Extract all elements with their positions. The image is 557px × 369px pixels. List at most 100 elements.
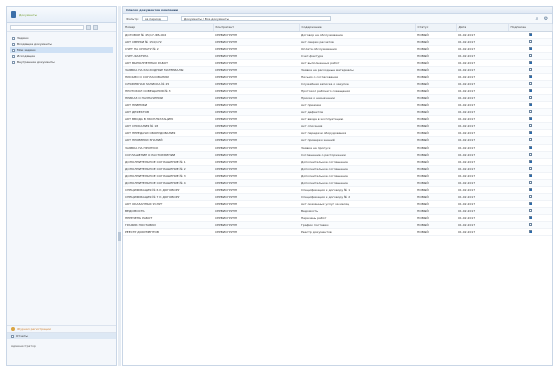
- table-row[interactable]: ЗАЯВКА НА РАСХОДНЫЕ МАТЕРИАЛЫ СЕРВИСГРУПП…: [123, 66, 552, 74]
- tree-filter-input[interactable]: [10, 24, 84, 30]
- table-row[interactable]: ПЕРЕЧЕНЬ РАБОТ СЕРВИСГРУПП Перечень работ Н…: [123, 214, 552, 223]
- cell-content: Акт выполненных работ: [299, 59, 415, 67]
- table-row[interactable]: АКТ ПРИЕМКИ СЕРВИСГРУПП Акт приемки НОВЫЙ 01…: [123, 101, 552, 110]
- cell-number: АКТ ВЫПОЛНЕННЫХ РАБОТ: [123, 59, 213, 67]
- panel-title: Список документов компании: [123, 7, 552, 14]
- table-row[interactable]: РЕЕСТР ДОКУМЕНТОВ СЕРВИСГРУПП Реестр докум…: [123, 228, 552, 237]
- table-row[interactable]: АКТ СПИСАНИЯ № 18 СЕРВИСГРУПП Акт списания…: [123, 122, 552, 131]
- table-row[interactable]: СЧЕТ НА ОПЛАТУ № 2 СЕРВИСГРУПП Оплата обсл…: [123, 45, 552, 53]
- journal-icon: [11, 327, 15, 331]
- column-header[interactable]: Содержание: [299, 24, 416, 32]
- cell-content: Акт сверки расчетов: [299, 38, 415, 46]
- cell-date: 01.02.2017: [456, 108, 508, 117]
- period-select[interactable]: за период: [141, 16, 168, 21]
- signed-checkbox[interactable]: [528, 131, 532, 135]
- signed-checkbox[interactable]: [528, 67, 532, 71]
- signed-checkbox[interactable]: [528, 46, 532, 50]
- cell-signed: [508, 207, 552, 216]
- signed-checkbox[interactable]: [528, 110, 532, 114]
- cell-date: 01.02.2017: [456, 200, 508, 209]
- cell-status: НОВЫЙ: [415, 193, 456, 202]
- cell-party: СЕРВИСГРУПП: [213, 144, 299, 152]
- search-icon[interactable]: ⌕: [534, 16, 540, 22]
- table-row[interactable]: АКТ ВЫПОЛНЕННЫХ РАБОТ СЕРВИСГРУПП Акт выпо…: [123, 59, 552, 67]
- table-row[interactable]: АКТ СВЕРКИ № 154/172 СЕРВИСГРУПП Акт сверк…: [123, 38, 552, 46]
- cell-party: СЕРВИСГРУПП: [213, 101, 299, 110]
- signed-checkbox[interactable]: [528, 194, 532, 198]
- journal-item[interactable]: Журнал регистрации: [7, 325, 116, 332]
- signed-checkbox[interactable]: [528, 53, 532, 57]
- signed-checkbox[interactable]: [528, 202, 532, 206]
- signed-checkbox[interactable]: [528, 152, 532, 156]
- table-row[interactable]: СЧЕТ-ФАКТУРА СЕРВИСГРУПП Счет-фактура НОВЫЙ…: [123, 52, 552, 60]
- signed-checkbox[interactable]: [528, 60, 532, 64]
- table-row[interactable]: ДОПОЛНИТЕЛЬНОЕ СОГЛАШЕНИЕ № 3 СЕРВИСГРУПП…: [123, 172, 552, 180]
- cell-status: НОВЫЙ: [415, 87, 456, 96]
- table-row[interactable]: АКТ ОКАЗАННЫХ УСЛУГ СЕРВИСГРУПП Акт оказан…: [123, 200, 552, 209]
- column-header[interactable]: Подписан: [508, 24, 553, 32]
- signed-checkbox[interactable]: [528, 103, 532, 107]
- cell-content: Дополнительное соглашение: [299, 179, 415, 187]
- cell-date: 01.02.2017: [456, 66, 508, 74]
- table-row[interactable]: ДОПОЛНИТЕЛЬНОЕ СОГЛАШЕНИЕ № 2 СЕРВИСГРУПП…: [123, 165, 552, 173]
- signed-checkbox[interactable]: [528, 209, 532, 213]
- signed-checkbox[interactable]: [528, 180, 532, 184]
- signed-checkbox[interactable]: [528, 173, 532, 177]
- signed-checkbox[interactable]: [528, 96, 532, 100]
- signed-checkbox[interactable]: [528, 117, 532, 121]
- signed-checkbox[interactable]: [528, 223, 532, 227]
- signed-checkbox[interactable]: [528, 32, 532, 36]
- table-row[interactable]: ВЕДОМОСТЬ СЕРВИСГРУПП Ведомость НОВЫЙ 01.02.…: [123, 207, 552, 216]
- signed-checkbox[interactable]: [528, 187, 532, 191]
- signed-checkbox[interactable]: [528, 230, 532, 234]
- cell-date: 01.02.2017: [456, 52, 508, 60]
- table-row[interactable]: ДОПОЛНИТЕЛЬНОЕ СОГЛАШЕНИЕ № 1 СЕРВИСГРУПП…: [123, 158, 552, 166]
- panel-splitter[interactable]: [118, 6, 121, 366]
- splitter-grip-icon[interactable]: [118, 232, 121, 241]
- signed-checkbox[interactable]: [528, 74, 532, 78]
- column-header[interactable]: Статус: [415, 24, 457, 32]
- document-type-select[interactable]: Документы / Все документы: [180, 16, 331, 21]
- signed-checkbox[interactable]: [528, 159, 532, 163]
- tree-item-label: Задачи: [17, 36, 29, 40]
- signed-checkbox[interactable]: [528, 81, 532, 85]
- cell-signed: [508, 52, 552, 60]
- signed-checkbox[interactable]: [528, 145, 532, 149]
- cell-number: ДОПОЛНИТЕЛЬНОЕ СОГЛАШЕНИЕ № 3: [123, 172, 213, 180]
- table-row[interactable]: ПРИКАЗ О НАЗНАЧЕНИИ СЕРВИСГРУПП Приказ о н…: [123, 94, 552, 103]
- cell-signed: [508, 101, 552, 110]
- cell-content: Спецификация к договору № 1: [299, 186, 415, 194]
- cell-status: НОВЫЙ: [415, 214, 456, 223]
- column-header[interactable]: Дата: [456, 24, 509, 32]
- table-row[interactable]: ПИСЬМО О СОГЛАСОВАНИИ СЕРВИСГРУПП Письмо о…: [123, 73, 552, 81]
- signed-checkbox[interactable]: [528, 138, 532, 142]
- table-row[interactable]: ДОГОВОР № 45/17-ФБ-002 СЕРВИСГРУПП Договор…: [123, 31, 552, 39]
- reports-item[interactable]: Отчеты: [7, 332, 116, 339]
- table-row[interactable]: АКТ ВВОДА В ЭКСПЛУАТАЦИЮ СЕРВИСГРУПП Акт в…: [123, 115, 552, 124]
- signed-checkbox[interactable]: [528, 216, 532, 220]
- refresh-icon[interactable]: [93, 24, 98, 30]
- app-header: Документы: [7, 7, 116, 23]
- table-row[interactable]: СОГЛАШЕНИЕ О РАСТОРЖЕНИИ СЕРВИСГРУПП Согла…: [123, 151, 552, 159]
- signed-checkbox[interactable]: [528, 166, 532, 170]
- table-row[interactable]: СЛУЖЕБНАЯ ЗАПИСКА № 25 СЕРВИСГРУПП Служебн…: [123, 80, 552, 89]
- table-row[interactable]: СПЕЦИФИКАЦИЯ № 6 К ДОГОВОРУ СЕРВИСГРУПП Сп…: [123, 186, 552, 194]
- collapse-icon[interactable]: [86, 24, 91, 30]
- table-row[interactable]: ЗАЯВКА НА ПРОПУСК СЕРВИСГРУПП Заявка на пр…: [123, 144, 552, 152]
- table-row[interactable]: ДОПОЛНИТЕЛЬНОЕ СОГЛАШЕНИЕ № 4 СЕРВИСГРУПП…: [123, 179, 552, 187]
- table-row[interactable]: СПЕЦИФИКАЦИЯ № 7 К ДОГОВОРУ СЕРВИСГРУПП Сп…: [123, 193, 552, 202]
- tree-toolbar: [7, 23, 116, 32]
- tree-item[interactable]: Внутренние документы: [10, 59, 113, 65]
- signed-checkbox[interactable]: [528, 124, 532, 128]
- table-row[interactable]: АКТ ПЕРЕДАЧИ ОБОРУДОВАНИЯ СЕРВИСГРУПП Акт …: [123, 129, 552, 138]
- settings-icon[interactable]: ⚙: [543, 16, 549, 22]
- signed-checkbox[interactable]: [528, 39, 532, 43]
- cell-signed: [508, 151, 552, 159]
- table-row[interactable]: АКТ ДЕФЕКТОВ СЕРВИСГРУПП Акт дефектов НОВЫЙ…: [123, 108, 552, 117]
- signed-checkbox[interactable]: [528, 89, 532, 93]
- table-row[interactable]: ПРОТОКОЛ СОВЕЩАНИЯ № 3 СЕРВИСГРУПП Протоко…: [123, 87, 552, 96]
- column-header[interactable]: Номер: [123, 24, 214, 32]
- column-header[interactable]: Контрагент: [213, 24, 300, 32]
- table-row[interactable]: ГРАФИК ПОСТАВКИ СЕРВИСГРУПП График поставк…: [123, 221, 552, 230]
- table-row[interactable]: АКТ ПРОВЕРКИ ЗНАНИЙ СЕРВИСГРУПП Акт провер…: [123, 136, 552, 145]
